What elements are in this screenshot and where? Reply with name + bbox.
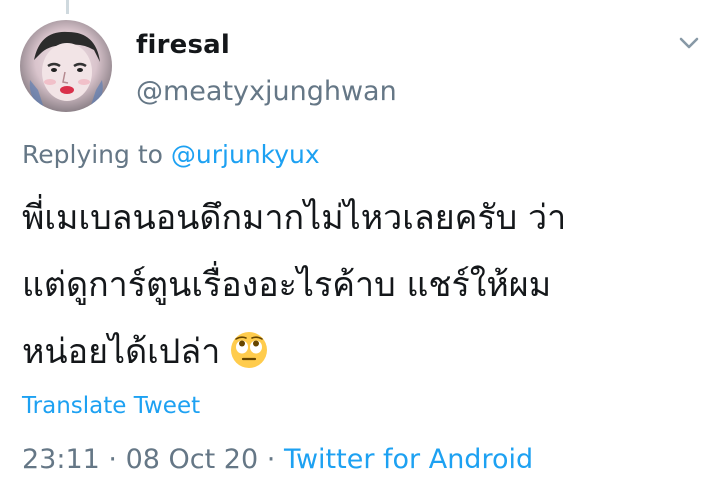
tweet-text: พี่เมเบลนอนดึกมากไม่ไหวเลยครับ ว่า แต่ดู… <box>22 185 702 386</box>
thread-connector-line <box>66 0 69 14</box>
tweet-text-line: แต่ดูการ์ตูนเรื่องอะไรค้าบ แชร์ให้ผม <box>22 265 552 305</box>
user-handle[interactable]: @meatyxjunghwan <box>136 76 397 107</box>
tweet-metadata: 23:11 · 08 Oct 20 · Twitter for Android <box>22 444 533 475</box>
replying-to-label: Replying to <box>22 140 163 169</box>
separator-dot: · <box>266 444 276 475</box>
face-with-rolling-eyes-icon <box>231 332 268 368</box>
tweet-date: 08 Oct 20 <box>125 444 259 475</box>
display-name[interactable]: firesal <box>136 30 230 60</box>
tweet-text-line: พี่เมเบลนอนดึกมากไม่ไหวเลยครับ ว่า <box>22 198 567 238</box>
avatar[interactable] <box>20 20 112 112</box>
separator-dot: · <box>108 444 117 475</box>
tweet-time: 23:11 <box>22 444 100 475</box>
tweet-text-line: หน่อยได้เปล่า <box>22 319 702 386</box>
chevron-down-icon[interactable] <box>676 33 702 53</box>
replying-to-line: Replying to @urjunkyux <box>22 140 320 169</box>
avatar-image <box>29 31 103 108</box>
tweet-source-link[interactable]: Twitter for Android <box>284 444 533 475</box>
tweet-text-line-content: หน่อยได้เปล่า <box>22 332 221 372</box>
translate-tweet-link[interactable]: Translate Tweet <box>22 393 200 419</box>
reply-mention-link[interactable]: @urjunkyux <box>171 140 320 169</box>
